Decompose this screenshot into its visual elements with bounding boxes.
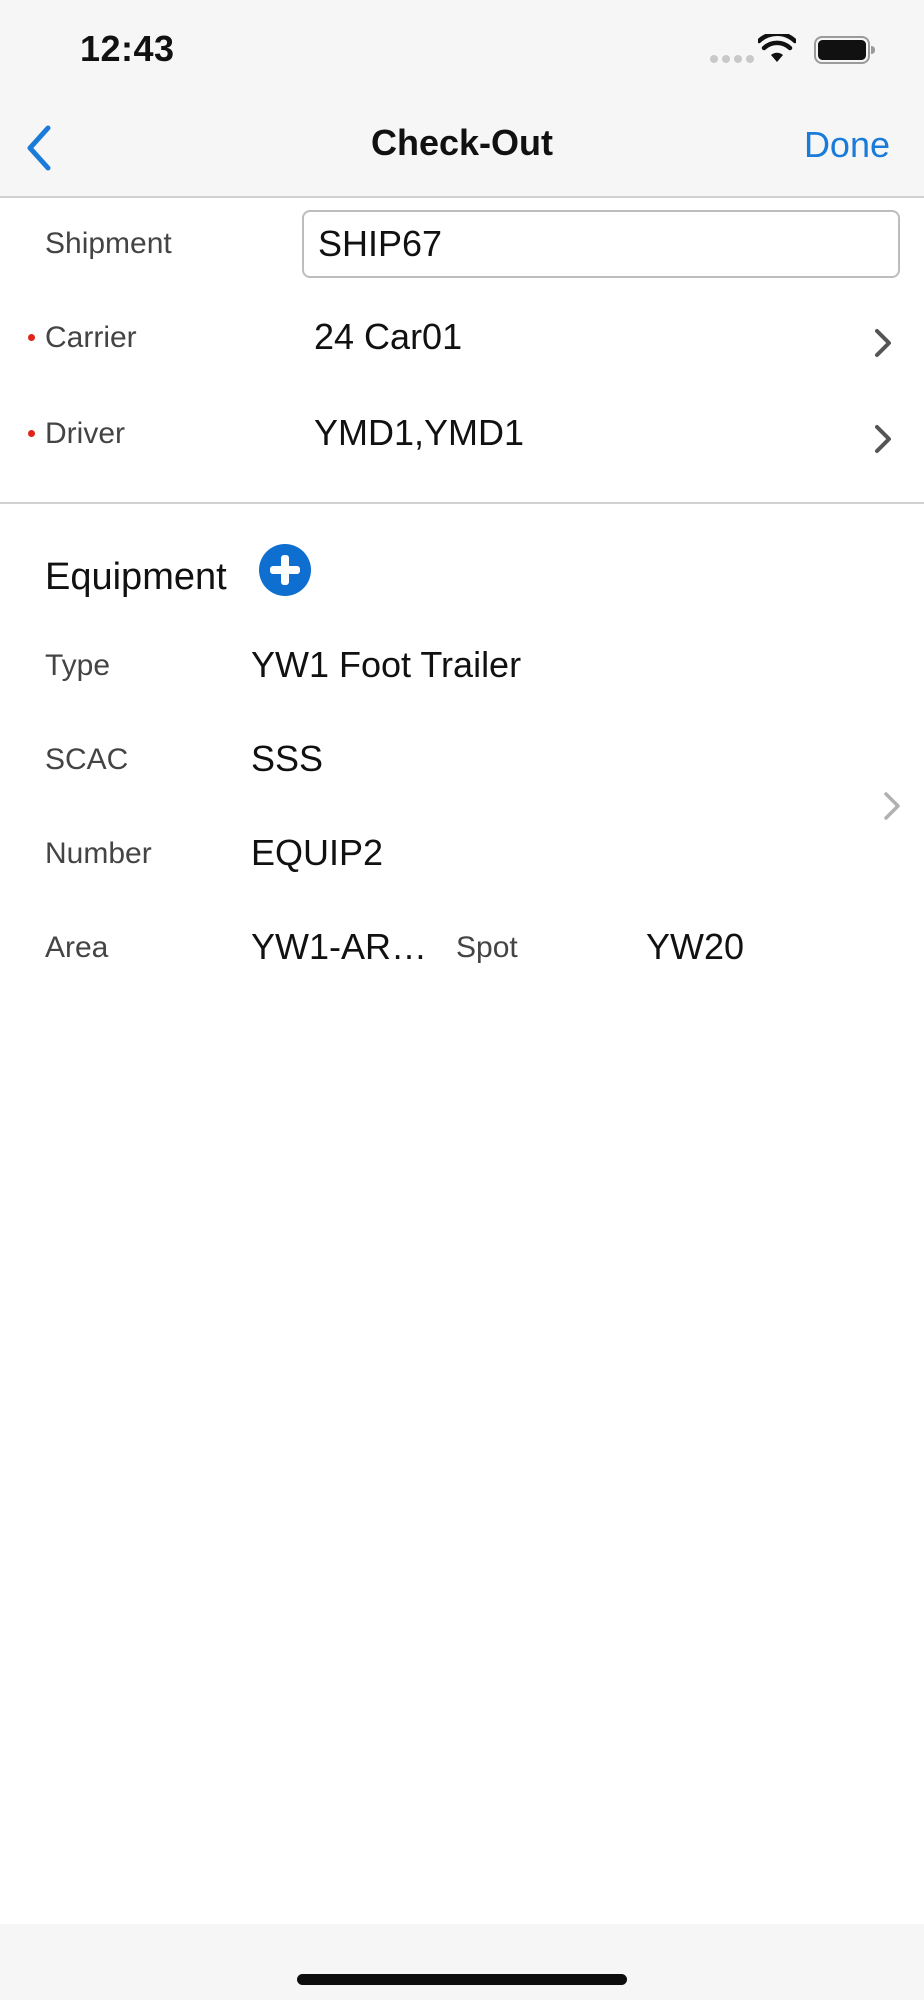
equipment-title: Equipment: [45, 556, 227, 598]
spot-label: Spot: [456, 931, 518, 964]
equipment-item[interactable]: Type YW1 Foot Trailer SCAC SSS Number EQ…: [0, 624, 924, 1004]
add-equipment-button[interactable]: [259, 544, 311, 596]
status-bar: 12:43: [0, 0, 924, 98]
area-label: Area: [45, 931, 109, 964]
spot-value: YW20: [646, 926, 745, 967]
home-indicator[interactable]: [297, 1974, 627, 1985]
type-label: Type: [45, 649, 111, 682]
number-label: Number: [45, 837, 152, 870]
number-value: EQUIP2: [251, 832, 384, 873]
chevron-right-icon: [875, 329, 891, 357]
done-button[interactable]: Done: [804, 124, 890, 166]
checkout-form: Shipment Carrier 24 Car01 Driver YMD1,YM…: [0, 198, 924, 504]
equipment-section: Equipment Type YW1 Foot Trailer SCAC SSS…: [0, 504, 924, 1924]
battery-icon: [814, 36, 875, 64]
area-value: YW1-AREA1: [251, 926, 443, 967]
home-indicator-area: [0, 1924, 924, 2000]
carrier-label: Carrier: [45, 321, 137, 354]
chevron-right-icon: [884, 792, 900, 820]
shipment-label: Shipment: [45, 227, 172, 260]
required-indicator: [28, 430, 35, 437]
carrier-row[interactable]: Carrier 24 Car01: [0, 294, 924, 384]
status-time: 12:43: [80, 28, 175, 69]
chevron-right-icon: [875, 425, 891, 453]
scac-label: SCAC: [45, 743, 129, 776]
navigation-bar: Check-Out Done: [0, 98, 924, 198]
plus-circle-icon: [259, 544, 311, 596]
carrier-value: 24 Car01: [314, 316, 463, 357]
page-title: Check-Out: [370, 122, 554, 163]
driver-value: YMD1,YMD1: [314, 412, 525, 453]
required-indicator: [28, 334, 35, 341]
cellular-signal-icon: [710, 55, 754, 63]
driver-row[interactable]: Driver YMD1,YMD1: [0, 390, 924, 480]
scac-value: SSS: [251, 738, 324, 779]
shipment-input[interactable]: [302, 210, 900, 278]
wifi-icon: [758, 34, 796, 62]
driver-label: Driver: [45, 417, 125, 450]
type-value: YW1 Foot Trailer: [251, 644, 522, 685]
